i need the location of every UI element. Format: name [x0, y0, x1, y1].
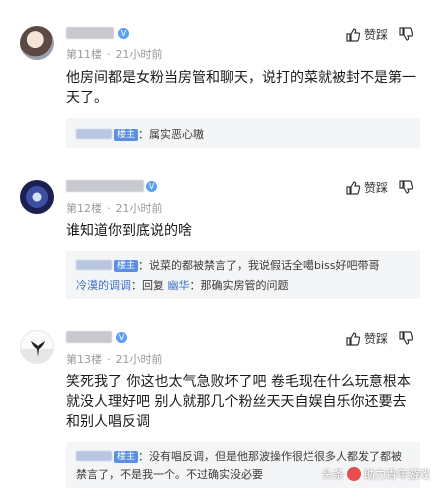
reply-author-blurred[interactable]: [76, 451, 112, 461]
watermark: 头条 助力青年游戏: [322, 466, 430, 482]
reply-item[interactable]: 楼主 ：属实恶心嗷: [76, 126, 204, 142]
op-badge: 楼主: [114, 451, 139, 463]
floor-number: 第12楼: [66, 202, 102, 215]
verified-badge-icon: V: [146, 181, 157, 192]
reply-text: 说菜的都被禁言了，我说假话全噶biss好吧带哥: [149, 259, 380, 272]
like-label: 赞踩: [364, 28, 389, 42]
thumbs-down-icon: [399, 27, 414, 41]
reply-item[interactable]: 楼主 ：说菜的都被禁言了，我说假话全噶biss好吧带哥: [76, 257, 380, 273]
username-blurred[interactable]: [66, 27, 114, 39]
username-blurred[interactable]: [66, 331, 112, 343]
reply-item[interactable]: 冷漠的调调：回复 幽华：那确实房管的问题: [76, 277, 289, 293]
reply-author-blurred[interactable]: [76, 260, 112, 270]
comment-meta: 第13楼 · 21小时前: [66, 353, 163, 366]
reply-author-blurred[interactable]: [76, 129, 112, 139]
verified-badge-icon: V: [118, 28, 129, 39]
watermark-logo-icon: [347, 467, 361, 481]
reply-word: 回复: [142, 279, 164, 292]
reply-box[interactable]: 楼主 ：说菜的都被禁言了，我说假话全噶biss好吧带哥 冷漠的调调：回复 幽华：那…: [66, 251, 420, 299]
avatar[interactable]: [20, 330, 54, 364]
reply-text: 那确实房管的问题: [200, 279, 289, 292]
like-button[interactable]: 赞踩: [346, 330, 388, 347]
whale-tail-icon: [31, 341, 45, 357]
thumbs-up-icon: [346, 27, 360, 42]
thumbs-down-icon: [399, 331, 414, 345]
dislike-button[interactable]: [399, 179, 414, 198]
comment-text: 他房间都是女粉当房管和聊天，说打的菜就被封不是第一天了。: [66, 70, 416, 106]
comment-text: 笑死我了 你这也太气急败坏了吧 卷毛现在什么玩意根本就没人理好吧 别人就那几个粉…: [66, 374, 411, 430]
comment-time: 21小时前: [115, 202, 163, 215]
comment-time: 21小时前: [115, 48, 163, 61]
verified-badge-icon: V: [116, 332, 127, 343]
op-badge: 楼主: [114, 129, 139, 141]
like-label: 赞踩: [364, 332, 389, 346]
dislike-button[interactable]: [399, 26, 414, 45]
thumbs-up-icon: [346, 331, 360, 346]
like-label: 赞踩: [364, 181, 389, 195]
watermark-prefix: 头条: [322, 468, 344, 481]
username-blurred[interactable]: [66, 180, 144, 192]
like-button[interactable]: 赞踩: [346, 179, 388, 196]
avatar[interactable]: [20, 180, 54, 214]
comment-time: 21小时前: [115, 353, 163, 366]
reply-target[interactable]: 幽华: [168, 279, 190, 292]
reply-text: 属实恶心嗷: [149, 128, 205, 141]
avatar[interactable]: [20, 26, 54, 60]
floor-number: 第13楼: [66, 353, 102, 366]
reply-author[interactable]: 冷漠的调调: [76, 279, 131, 292]
comment-meta: 第12楼 · 21小时前: [66, 202, 163, 215]
like-button[interactable]: 赞踩: [346, 26, 388, 43]
comment-meta: 第11楼 · 21小时前: [66, 48, 163, 61]
comment-text: 谁知道你到底说的啥: [66, 223, 192, 239]
watermark-account: 助力青年游戏: [364, 468, 430, 481]
floor-number: 第11楼: [66, 48, 102, 61]
thumbs-down-icon: [399, 180, 414, 194]
op-badge: 楼主: [114, 260, 139, 272]
dislike-button[interactable]: [399, 330, 414, 349]
reply-box[interactable]: 楼主 ：属实恶心嗷: [66, 118, 420, 148]
thumbs-up-icon: [346, 180, 360, 195]
